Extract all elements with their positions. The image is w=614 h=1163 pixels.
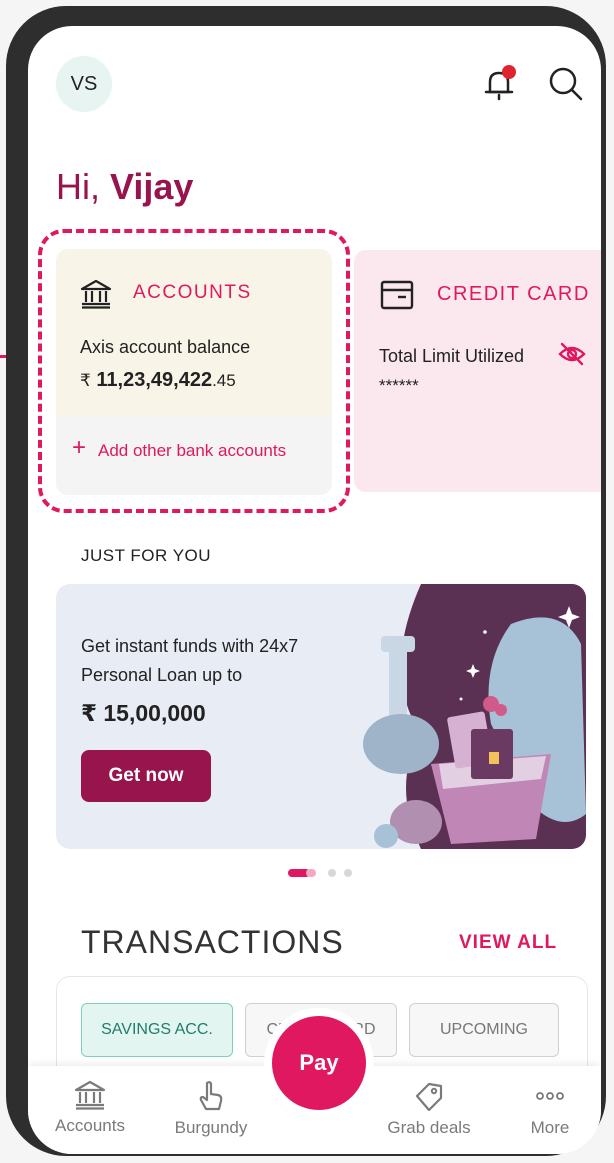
get-now-button[interactable]: Get now [81, 750, 211, 802]
credit-card-title: CREDIT CARD [437, 283, 590, 305]
tag-icon [415, 1082, 443, 1112]
greeting-prefix: Hi, [56, 166, 100, 207]
app-screen: VS Hi, Vijay ACCOUNTS Axis account balan… [28, 26, 601, 1154]
avatar[interactable]: VS [56, 56, 112, 112]
bank-icon [74, 1080, 106, 1110]
nav-label-grab-deals: Grab deals [387, 1118, 471, 1137]
banner-amount: ₹ 15,00,000 [81, 700, 206, 726]
nav-grab-deals[interactable]: Grab deals [384, 1066, 474, 1138]
tab-upcoming[interactable]: UPCOMING [409, 1003, 559, 1057]
loan-illustration [361, 584, 586, 849]
nav-more[interactable]: More [505, 1066, 595, 1138]
limit-label: Total Limit Utilized [379, 346, 525, 366]
banner-line-2: Personal Loan up to [81, 665, 243, 685]
search-icon[interactable] [546, 64, 586, 104]
nav-accounts[interactable]: Accounts [45, 1066, 135, 1136]
banner-line-1: Get instant funds with 24x7 [81, 636, 299, 656]
eye-off-icon[interactable] [558, 340, 586, 373]
carousel-dot[interactable] [328, 869, 336, 877]
bell-icon[interactable] [480, 64, 520, 104]
more-dots-icon [536, 1092, 564, 1100]
phone-frame: VS Hi, Vijay ACCOUNTS Axis account balan… [6, 6, 606, 1156]
highlight-outline [38, 229, 350, 513]
credit-card-card[interactable]: CREDIT CARD Total Limit Utilized ****** [354, 250, 601, 492]
carousel-dot[interactable] [344, 869, 352, 877]
masked-value: ****** [379, 376, 419, 395]
greeting-name: Vijay [110, 166, 194, 207]
pay-button[interactable]: Pay [272, 1016, 366, 1110]
nav-label-burgundy: Burgundy [174, 1118, 248, 1137]
view-all-link[interactable]: VIEW ALL [459, 932, 557, 954]
greeting: Hi, Vijay [56, 166, 193, 208]
hand-pointer-icon [199, 1081, 223, 1111]
tab-savings[interactable]: SAVINGS ACC. [81, 1003, 233, 1057]
nav-label-more: More [530, 1118, 570, 1137]
card-icon [380, 280, 414, 315]
section-title-just-for-you: JUST FOR YOU [81, 546, 212, 565]
carousel-dot-active-tail [306, 869, 316, 877]
transactions-title: TRANSACTIONS [81, 924, 344, 960]
loan-banner[interactable]: Get instant funds with 24x7 Personal Loa… [56, 584, 586, 849]
nav-label-accounts: Accounts [55, 1116, 125, 1135]
nav-burgundy[interactable]: Burgundy [166, 1066, 256, 1138]
